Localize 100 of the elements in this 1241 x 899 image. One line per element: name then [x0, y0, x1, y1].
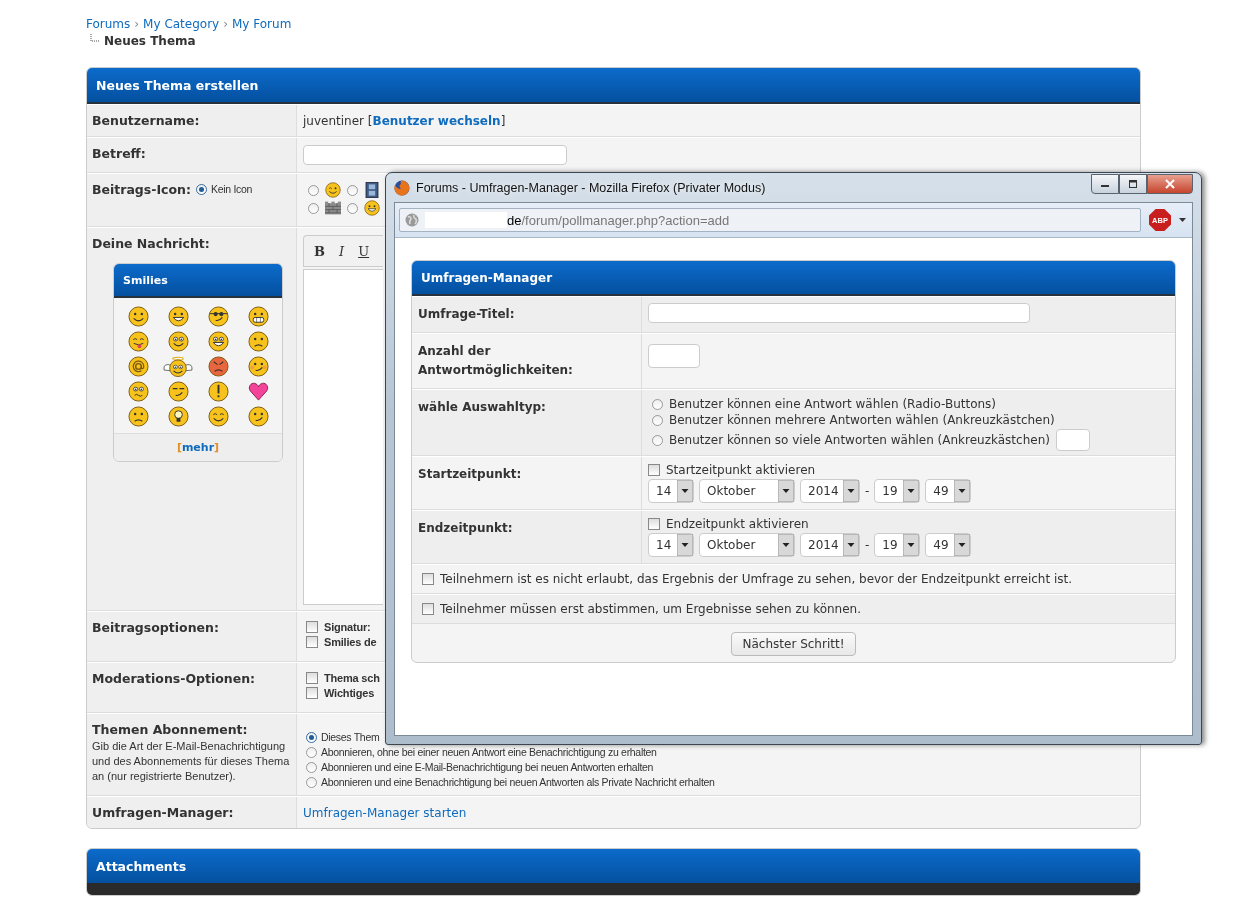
year-dropdown[interactable]: 2014: [800, 533, 860, 557]
option-label: Benutzer können mehrere Antworten wählen (Ankreuzkästchen): [669, 413, 1055, 427]
subject-field[interactable]: [303, 145, 567, 165]
format-button[interactable]: U: [358, 243, 370, 259]
address-bar[interactable]: de/forum/pollmanager.php?action=add: [399, 208, 1141, 232]
smiley-icon: [207, 306, 229, 327]
radio-button[interactable]: [652, 434, 663, 446]
field-label: Startzeitpunkt:: [412, 457, 642, 509]
format-button[interactable]: B: [314, 243, 325, 259]
maximize-button[interactable]: [1119, 174, 1147, 194]
bracket: [: [367, 114, 373, 128]
field-label: Umfragen-Manager:: [92, 805, 234, 820]
field-label: Moderations-Optionen:: [92, 671, 256, 686]
poll-title-field[interactable]: [648, 303, 1030, 323]
option-label: Benutzer können eine Antwort wählen (Radio-Buttons): [669, 397, 997, 411]
answer-limit-field[interactable]: [1055, 429, 1090, 451]
option-label: Thema sch: [324, 672, 380, 684]
bracket: ]: [214, 441, 220, 454]
radio-button[interactable]: [347, 184, 358, 196]
checkbox[interactable]: [648, 464, 660, 476]
breadcrumb-separator: ›: [223, 17, 228, 31]
option-label: Abonnieren und eine Benachrichtigung bei neuen Antworten als Private Nachricht erhalten: [321, 776, 715, 788]
field-label: Beitrags-Icon:: [92, 182, 191, 197]
checkbox[interactable]: [422, 603, 434, 615]
switch-user-link[interactable]: Benutzer wechseln: [372, 114, 501, 128]
option-label: Smilies de: [324, 636, 377, 648]
breadcrumb-link[interactable]: Forums: [86, 17, 131, 31]
month-dropdown[interactable]: Oktober: [699, 533, 795, 557]
minute-dropdown[interactable]: 49: [925, 533, 972, 557]
smiley-icon: [325, 182, 341, 198]
field-label: Beitragsoptionen:: [92, 620, 219, 635]
option-label: Signatur:: [324, 621, 371, 633]
smiley-icon: [364, 200, 380, 216]
checkbox[interactable]: [306, 672, 318, 684]
radio-button[interactable]: [308, 202, 319, 214]
smiley-icon: [127, 381, 149, 402]
field-label: Umfrage-Titel:: [412, 297, 642, 332]
smiley-icon: [127, 306, 149, 327]
more-link[interactable]: mehr: [181, 441, 215, 454]
checkbox[interactable]: [306, 687, 318, 699]
checkbox[interactable]: [422, 573, 434, 585]
radio-button[interactable]: [308, 184, 319, 196]
checkbox[interactable]: [306, 621, 318, 633]
field-label: Themen Abonnement:: [92, 722, 248, 737]
smiley-icon: [207, 406, 229, 427]
panel-title: Umfragen-Manager: [412, 261, 1175, 296]
smiley-icon: [127, 331, 149, 352]
day-dropdown[interactable]: 14: [648, 479, 694, 503]
hour-dropdown[interactable]: 19: [874, 533, 921, 557]
bracket: ]: [500, 114, 506, 128]
radio-button[interactable]: [347, 202, 358, 214]
option-label: Benutzer können so viele Antworten wählen (Ankreuzkästchen): [669, 433, 1050, 447]
year-dropdown[interactable]: 2014: [800, 479, 860, 503]
radio-button[interactable]: [306, 776, 317, 788]
globe-icon: [405, 213, 419, 227]
option-label: Endzeitpunkt aktivieren: [666, 517, 809, 531]
option-label: Kein Icon: [211, 183, 253, 195]
checkbox[interactable]: [648, 518, 660, 530]
caret-icon: [903, 480, 920, 502]
next-step-button[interactable]: Nächster Schritt!: [730, 632, 857, 656]
checkbox[interactable]: [306, 636, 318, 648]
radio-button[interactable]: [306, 746, 317, 758]
caret-icon: [778, 480, 794, 502]
smiley-icon: [127, 406, 149, 427]
smiley-icon: [167, 331, 189, 352]
month-dropdown[interactable]: Oktober: [699, 479, 795, 503]
breadcrumb-link[interactable]: My Category: [143, 17, 220, 31]
panel-title: Smilies: [114, 264, 282, 298]
angel-smiley-icon: [160, 356, 196, 377]
radio-button[interactable]: [652, 414, 663, 426]
exclamation-icon: [207, 381, 229, 402]
field-label: wähle Auswahltyp:: [412, 390, 642, 455]
option-label: Abonnieren und eine E-Mail-Benachrichtigung bei neuen Antworten erhalten: [321, 761, 654, 773]
format-button[interactable]: I: [339, 243, 345, 259]
day-dropdown[interactable]: 14: [648, 533, 694, 557]
caret-icon: [1179, 218, 1186, 222]
smiley-icon: [247, 356, 269, 377]
minimize-button[interactable]: [1091, 174, 1119, 194]
smiley-icon: [167, 381, 189, 402]
radio-button[interactable]: [306, 731, 317, 743]
tree-connector-icon: [90, 34, 100, 42]
bracket: [: [176, 441, 182, 454]
panel-title: Attachments: [87, 849, 1140, 883]
hour-dropdown[interactable]: 19: [874, 479, 921, 503]
poll-manager-link[interactable]: Umfragen-Manager starten: [303, 806, 467, 820]
radio-button[interactable]: [196, 183, 207, 195]
brick-wall-icon: [325, 200, 341, 216]
smiley-icon: [207, 356, 229, 377]
close-button[interactable]: [1147, 174, 1193, 194]
radio-button[interactable]: [652, 398, 663, 410]
minute-dropdown[interactable]: 49: [925, 479, 972, 503]
breadcrumb-link[interactable]: My Forum: [232, 17, 292, 31]
caret-icon: [843, 534, 859, 556]
caret-icon: [903, 534, 920, 556]
option-label: Wichtiges: [324, 687, 375, 699]
caret-icon: [954, 480, 971, 502]
radio-button[interactable]: [306, 761, 317, 773]
smiley-icon: [247, 306, 269, 327]
answer-count-field[interactable]: [648, 344, 700, 368]
option-label: Dieses Them: [321, 731, 380, 743]
